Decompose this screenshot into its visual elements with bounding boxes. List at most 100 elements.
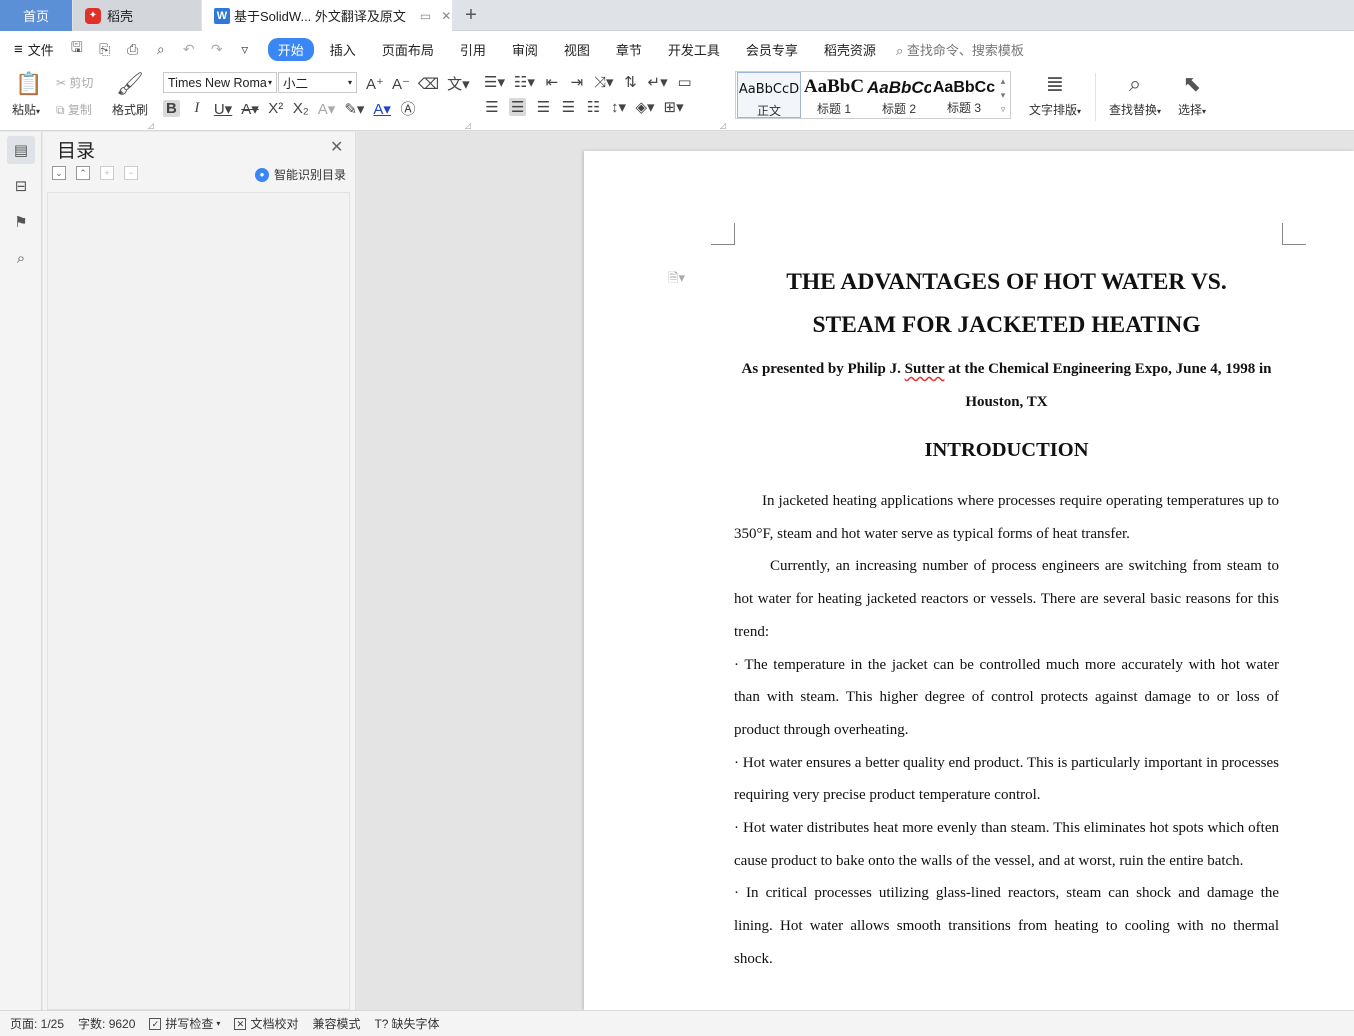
text-layout-label: 文字排版 — [1028, 103, 1077, 117]
table-tools-icon[interactable]: ▭ — [677, 73, 693, 91]
copy-button[interactable]: ⧉ 复制 — [56, 101, 92, 118]
menu-tab-member[interactable]: 会员专享 — [746, 40, 798, 59]
doc-proofread[interactable]: ✕ 文档校对 — [234, 1015, 298, 1032]
cursor-arrow-icon: ⬉ — [1182, 71, 1202, 96]
menu-tab-daoke-resources[interactable]: 稻壳资源 — [824, 40, 876, 59]
tab-document[interactable]: W 基于SolidW... 外文翻译及原文 ▭ ✕ — [202, 0, 452, 31]
phonetic-guide-icon[interactable]: 文▾ — [447, 73, 470, 94]
paragraph-dialog-launcher[interactable]: ◿ — [720, 121, 726, 130]
new-tab-button[interactable]: + — [458, 0, 484, 31]
promote-icon[interactable]: + — [100, 166, 114, 180]
search-icon: ⌕ — [895, 42, 904, 58]
find-replace-button[interactable]: ⌕ 查找替换▾ — [1104, 71, 1166, 118]
toc-pane-icon[interactable]: ▤ — [7, 136, 35, 164]
file-menu[interactable]: ≡ 文件 — [14, 40, 54, 59]
font-name-value: Times New Roma — [168, 75, 267, 90]
text-layout-button[interactable]: ≣ 文字排版▾ — [1026, 71, 1084, 118]
collapse-all-icon[interactable]: ⌃ — [76, 166, 90, 180]
smart-toc-label: 智能识别目录 — [274, 168, 347, 182]
text-effect-button[interactable]: A▾ — [318, 100, 336, 118]
justify-icon[interactable]: ☰ — [560, 98, 576, 116]
document-page[interactable]: 🗎▾ THE ADVANTAGES OF HOT WATER VS. STEAM… — [584, 151, 1354, 1010]
select-button[interactable]: ⬉ 选择▾ — [1172, 71, 1212, 118]
undo-icon[interactable]: ↶ — [180, 41, 198, 58]
strikethrough-button[interactable]: A▾ — [241, 100, 259, 118]
font-color-button[interactable]: A▾ — [373, 100, 391, 118]
compat-mode[interactable]: 兼容模式 — [312, 1015, 360, 1032]
superscript-button[interactable]: X² — [268, 100, 284, 117]
shading-icon[interactable]: ◈▾ — [635, 98, 654, 116]
italic-button[interactable]: I — [189, 100, 205, 117]
word-count[interactable]: 字数: 9620 — [78, 1015, 135, 1032]
tab-pin-icon[interactable]: ▭ — [420, 9, 431, 23]
line-spacing-icon[interactable]: ↕▾ — [610, 98, 626, 116]
menu-tab-layout[interactable]: 页面布局 — [382, 40, 434, 59]
style-heading-3-sample: AaBbCc — [932, 79, 996, 96]
smart-toc-button[interactable]: ● 智能识别目录 — [255, 166, 346, 183]
print-icon[interactable]: ⎙ — [124, 41, 142, 58]
tab-daoke[interactable]: ✦ 稻壳 — [73, 0, 201, 31]
grow-font-icon[interactable]: A⁺ — [366, 75, 384, 93]
paragraph-marker-icon[interactable]: 🗎▾ — [668, 269, 685, 291]
decrease-indent-icon[interactable]: ⇤ — [544, 73, 560, 91]
distributed-icon[interactable]: ☷ — [585, 98, 601, 116]
align-left-icon[interactable]: ☰ — [484, 98, 500, 116]
bold-button[interactable]: B — [163, 100, 180, 117]
customize-icon[interactable]: ▿ — [236, 41, 254, 58]
close-icon[interactable]: ✕ — [330, 137, 343, 157]
shrink-font-icon[interactable]: A⁻ — [392, 75, 410, 93]
bullet-list-icon[interactable]: ☰▾ — [484, 73, 505, 91]
font-name-select[interactable]: Times New Roma ▾ — [163, 72, 277, 93]
style-normal[interactable]: AaBbCcD 正文 — [737, 72, 801, 118]
menu-tab-insert[interactable]: 插入 — [330, 40, 356, 59]
numbered-list-icon[interactable]: ☷▾ — [514, 73, 535, 91]
menu-tab-references[interactable]: 引用 — [460, 40, 486, 59]
cut-button[interactable]: ✂ 剪切 — [56, 74, 93, 91]
style-normal-sample: AaBbCcD — [738, 82, 800, 97]
style-heading-1[interactable]: AaBbC 标题 1 — [802, 72, 866, 118]
bookmark-icon[interactable]: ⚑ — [7, 208, 35, 236]
font-size-select[interactable]: 小二 ▾ — [278, 72, 357, 93]
paste-button[interactable]: 📋 粘贴▾ — [12, 71, 46, 118]
toc-panel: 目录 ✕ ⌄ ⌃ + − ● 智能识别目录 — [43, 132, 356, 1010]
subscript-button[interactable]: X₂ — [293, 100, 309, 117]
scissors-icon: ✂ — [56, 76, 67, 90]
demote-icon[interactable]: − — [124, 166, 138, 180]
align-center-icon[interactable]: ☰ — [509, 98, 527, 116]
spell-check[interactable]: ✓ 拼写检查 ▾ — [149, 1015, 220, 1032]
search-icon[interactable]: ⌕ — [7, 244, 35, 272]
menu-tab-view[interactable]: 视图 — [564, 40, 590, 59]
clear-format-icon[interactable]: ⌫ — [418, 75, 439, 93]
style-heading-3[interactable]: AaBbCc 标题 3 — [932, 72, 996, 118]
find-replace-label: 查找替换 — [1108, 103, 1157, 117]
export-pdf-icon[interactable]: ⎘ — [96, 41, 114, 58]
redo-icon[interactable]: ↷ — [208, 41, 226, 58]
align-right-icon[interactable]: ☰ — [535, 98, 551, 116]
tab-home[interactable]: 首页 — [0, 0, 72, 31]
borders-icon[interactable]: ⊞▾ — [664, 98, 684, 116]
font-dialog-launcher[interactable]: ◿ — [465, 121, 471, 130]
chapter-nav-icon[interactable]: ⊟ — [7, 172, 35, 200]
clipboard-dialog-launcher[interactable]: ◿ — [148, 121, 154, 130]
format-painter-button[interactable]: 🖌 格式刷 — [110, 71, 150, 118]
style-heading-2[interactable]: AaBbCc 标题 2 — [867, 72, 931, 118]
highlight-icon[interactable]: ✎▾ — [344, 100, 364, 118]
styles-scroll[interactable]: ▴ ▾ ▿ — [998, 74, 1008, 116]
sort-icon[interactable]: ⇅ — [623, 73, 639, 91]
menu-tab-start[interactable]: 开始 — [267, 37, 314, 61]
underline-button[interactable]: U▾ — [214, 100, 232, 118]
save-icon[interactable]: 🖫 — [68, 37, 86, 61]
tab-close-icon[interactable]: ✕ — [441, 9, 451, 23]
command-search[interactable]: ⌕ 查找命令、搜索模板 — [896, 40, 1024, 59]
print-preview-icon[interactable]: ⌕ — [152, 41, 170, 58]
menu-tab-developer[interactable]: 开发工具 — [668, 40, 720, 59]
menu-tab-review[interactable]: 审阅 — [512, 40, 538, 59]
page-indicator[interactable]: 页面: 1/25 — [10, 1015, 64, 1032]
show-marks-icon[interactable]: ↵▾ — [648, 73, 668, 91]
chinese-layout-icon[interactable]: ⤨▾ — [594, 73, 614, 91]
expand-all-icon[interactable]: ⌄ — [52, 166, 66, 180]
menu-tab-section[interactable]: 章节 — [616, 40, 642, 59]
char-border-icon[interactable]: Ⓐ — [400, 98, 416, 119]
missing-font[interactable]: T? 缺失字体 — [374, 1015, 439, 1032]
increase-indent-icon[interactable]: ⇥ — [569, 73, 585, 91]
